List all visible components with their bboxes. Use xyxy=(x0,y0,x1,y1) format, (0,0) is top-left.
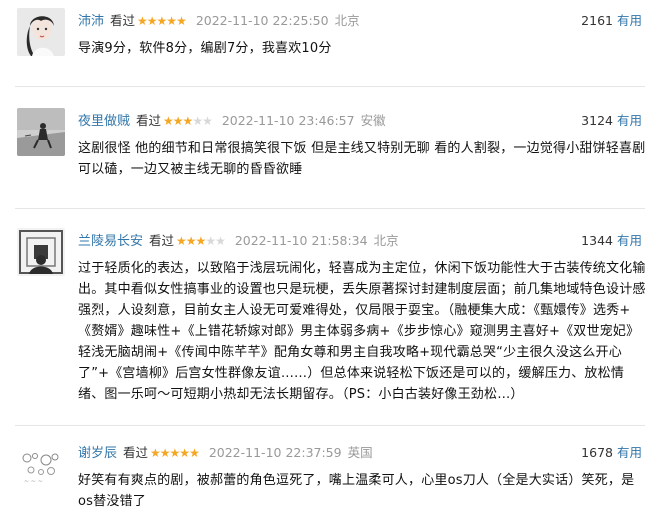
username-link[interactable]: 夜里做贼 xyxy=(78,114,130,129)
avatar[interactable]: ~ ~ ~ xyxy=(17,440,65,488)
review-date: 2022-11-10 22:25:50 xyxy=(195,13,329,28)
rating-stars-empty: ★★ xyxy=(192,114,212,128)
rating-stars-filled: ★★★★★ xyxy=(137,14,187,28)
review-meta: 谢岁辰 看过 ★★★★★ 2022-11-10 22:37:59 英国 xyxy=(78,443,373,463)
review-meta: 兰陵易长安 看过 ★★★★★ 2022-11-10 21:58:34 北京 xyxy=(78,231,399,251)
watch-status: 看过 xyxy=(123,445,149,460)
review-text: 过于轻质化的表达，以致陷于浅层玩闹化，轻喜成为主定位，休闲下饭功能性大于古装传统… xyxy=(78,261,646,402)
avatar[interactable] xyxy=(17,108,65,156)
vote-count: 3124 xyxy=(581,113,613,128)
review-meta: 沛沛 看过 ★★★★★ 2022-11-10 22:25:50 北京 xyxy=(78,11,360,31)
useful-button[interactable]: 有用 xyxy=(617,113,642,128)
username-link[interactable]: 谢岁辰 xyxy=(78,446,117,461)
divider xyxy=(15,208,645,209)
vote-count: 1344 xyxy=(581,233,613,248)
rating-stars-filled: ★★★★★ xyxy=(150,446,200,460)
vote-count: 2161 xyxy=(581,13,613,28)
vote-count: 1678 xyxy=(581,445,613,460)
review-date: 2022-11-10 23:46:57 xyxy=(221,113,355,128)
svg-text:~ ~ ~: ~ ~ ~ xyxy=(24,478,43,485)
vote-area: 1678 有用 xyxy=(581,443,642,463)
vote-area: 1344 有用 xyxy=(581,231,642,251)
useful-button[interactable]: 有用 xyxy=(617,233,642,248)
watch-status: 看过 xyxy=(149,233,175,248)
review-meta: 夜里做贼 看过 ★★★★★ 2022-11-10 23:46:57 安徽 xyxy=(78,111,386,131)
review-text: 导演9分，软件8分，编剧7分，我喜欢10分 xyxy=(78,41,332,56)
avatar[interactable] xyxy=(17,8,65,56)
review-location: 北京 xyxy=(334,13,360,28)
useful-button[interactable]: 有用 xyxy=(617,445,642,460)
watch-status: 看过 xyxy=(110,13,136,28)
rating-stars: ★★★★★ xyxy=(176,234,226,248)
vote-area: 2161 有用 xyxy=(581,11,642,31)
rating-stars: ★★★★★ xyxy=(150,446,200,460)
review-location: 安徽 xyxy=(360,113,386,128)
divider xyxy=(15,425,645,426)
avatar[interactable] xyxy=(17,228,65,276)
rating-stars-filled: ★★★ xyxy=(163,114,193,128)
review-location: 英国 xyxy=(347,445,373,460)
review-date: 2022-11-10 21:58:34 xyxy=(234,233,368,248)
username-link[interactable]: 沛沛 xyxy=(78,14,104,29)
username-link[interactable]: 兰陵易长安 xyxy=(78,234,143,249)
review-location: 北京 xyxy=(373,233,399,248)
review-date: 2022-11-10 22:37:59 xyxy=(208,445,342,460)
watch-status: 看过 xyxy=(136,113,162,128)
review-text: 好笑有有爽点的剧，被郝蕾的角色逗死了，嘴上温柔可人，心里os刀人（全是大实话）笑… xyxy=(78,473,635,509)
vote-area: 3124 有用 xyxy=(581,111,642,131)
rating-stars-filled: ★★★ xyxy=(176,234,206,248)
rating-stars-empty: ★★ xyxy=(205,234,225,248)
useful-button[interactable]: 有用 xyxy=(617,13,642,28)
divider xyxy=(15,86,645,87)
rating-stars: ★★★★★ xyxy=(163,114,213,128)
review-text: 这剧很怪 他的细节和日常很搞笑很下饭 但是主线又特别无聊 看的人割裂，一边觉得小… xyxy=(78,141,646,177)
rating-stars: ★★★★★ xyxy=(137,14,187,28)
